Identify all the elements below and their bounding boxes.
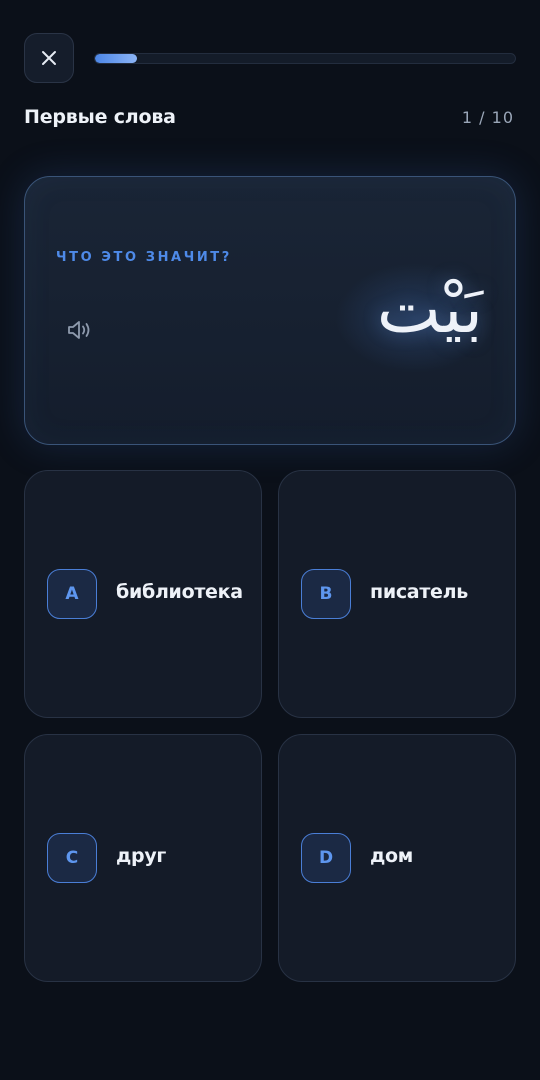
progress-bar <box>94 53 516 64</box>
option-letter-badge: D <box>301 833 351 883</box>
option-letter-badge: C <box>47 833 97 883</box>
option-label: библиотека <box>116 581 243 603</box>
arabic-word: بَيْت <box>376 270 483 349</box>
answer-option-d[interactable]: D дом <box>278 734 516 982</box>
option-label: друг <box>116 845 167 867</box>
option-label: писатель <box>370 581 468 603</box>
option-letter-badge: B <box>301 569 351 619</box>
option-letter-badge: A <box>47 569 97 619</box>
lesson-title: Первые слова <box>24 106 176 128</box>
close-icon <box>42 51 56 65</box>
option-label: дом <box>370 845 414 867</box>
question-card: ЧТО ЭТО ЗНАЧИТ? بَيْت <box>24 176 516 445</box>
answer-option-a[interactable]: A библиотека <box>24 470 262 718</box>
play-audio-button[interactable] <box>63 313 97 347</box>
progress-fill <box>95 54 137 63</box>
answer-option-b[interactable]: B писатель <box>278 470 516 718</box>
question-prompt: ЧТО ЭТО ЗНАЧИТ? <box>56 250 232 265</box>
top-bar <box>24 33 516 83</box>
speaker-icon <box>68 321 90 339</box>
answer-option-c[interactable]: C друг <box>24 734 262 982</box>
close-button[interactable] <box>24 33 74 83</box>
question-counter: 1 / 10 <box>461 108 514 127</box>
